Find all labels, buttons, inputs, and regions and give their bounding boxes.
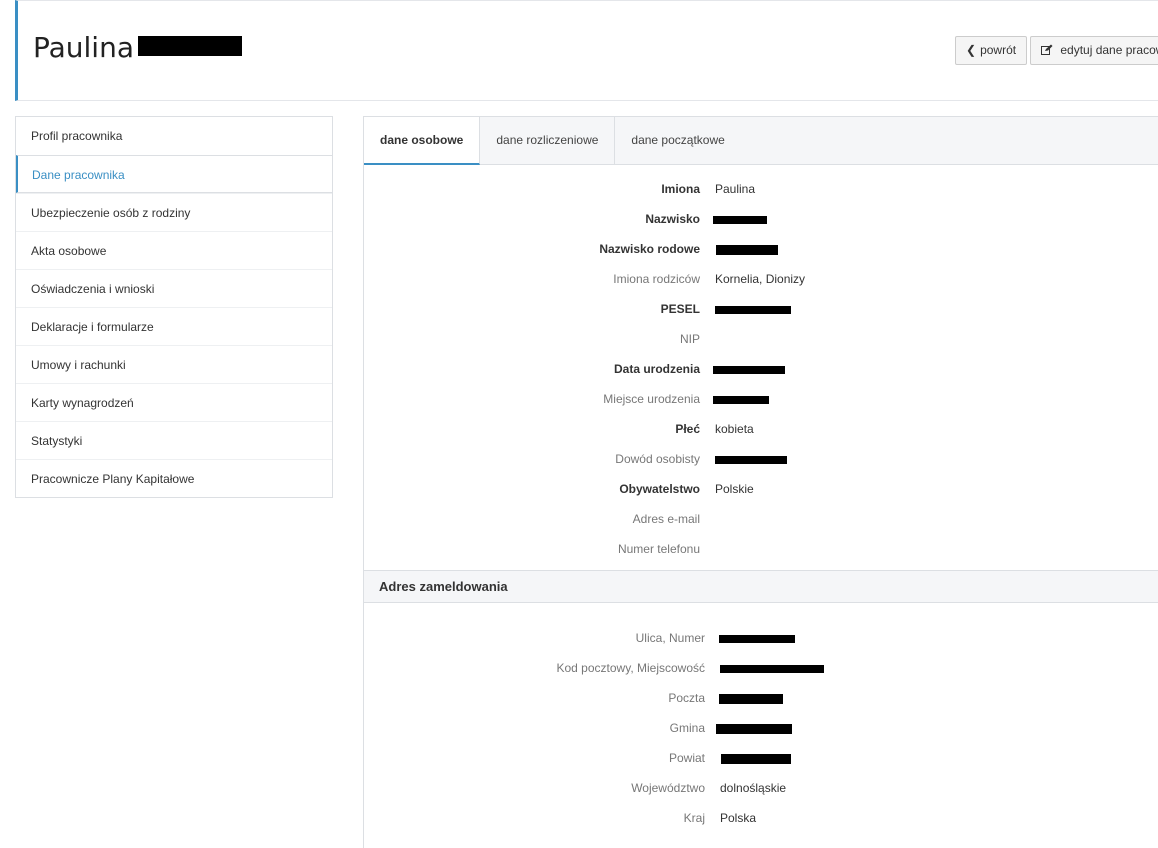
field-value-redacted	[719, 623, 795, 653]
field-row-email: Adres e-mail	[364, 504, 1158, 534]
field-row-data-urodzenia: Data urodzenia	[364, 354, 1158, 384]
page-title: Paulina	[33, 31, 242, 64]
field-row-ulica: Ulica, Numer	[364, 623, 1158, 653]
field-value-redacted	[716, 234, 778, 264]
redaction-bar	[713, 395, 769, 404]
field-row-gmina: Gmina	[364, 713, 1158, 743]
field-row-wojewodztwo: Województwo dolnośląskie	[364, 773, 1158, 803]
redaction-bar	[720, 664, 824, 673]
field-label: Kod pocztowy, Miejscowość	[556, 661, 706, 675]
redacted-surname	[138, 36, 242, 56]
field-label: Województwo	[631, 781, 705, 795]
field-label: Nazwisko rodowe	[599, 242, 700, 256]
field-value-redacted	[720, 653, 824, 683]
field-label: Numer telefonu	[617, 542, 700, 556]
field-value: Paulina	[715, 182, 756, 196]
field-value: Polska	[720, 811, 757, 825]
redaction-bar	[715, 455, 787, 464]
field-label: Ulica, Numer	[635, 631, 705, 645]
redaction-bar	[716, 723, 792, 734]
field-row-telefon: Numer telefonu	[364, 534, 1158, 564]
field-label: Data urodzenia	[613, 362, 700, 376]
field-label: Poczta	[668, 691, 705, 705]
field-label: Gmina	[669, 721, 705, 735]
field-label: PESEL	[660, 302, 700, 316]
sidebar-item-deklaracje[interactable]: Deklaracje i formularze	[16, 307, 332, 345]
redaction-bar	[715, 305, 791, 314]
field-row-obywatelstwo: Obywatelstwo Polskie	[364, 474, 1158, 504]
field-label: Miejsce urodzenia	[603, 392, 700, 406]
field-value-redacted	[721, 743, 791, 773]
field-row-kod-pocztowy: Kod pocztowy, Miejscowość	[364, 653, 1158, 683]
sidebar-item-umowy[interactable]: Umowy i rachunki	[16, 345, 332, 383]
sidebar-item-akta[interactable]: Akta osobowe	[16, 231, 332, 269]
field-label: Kraj	[683, 811, 705, 825]
field-row-nip: NIP	[364, 324, 1158, 354]
redaction-bar	[713, 365, 785, 374]
tab-dane-osobowe[interactable]: dane osobowe	[364, 117, 481, 165]
back-button-label: powrót	[980, 43, 1017, 57]
edit-employee-button[interactable]: edytuj dane pracownika	[1030, 36, 1158, 65]
employee-first-name: Paulina	[33, 31, 134, 64]
field-row-dowod: Dowód osobisty	[364, 444, 1158, 474]
sidebar-item-profil[interactable]: Profil pracownika	[16, 117, 332, 155]
sidebar-item-ubezpieczenie[interactable]: Ubezpieczenie osób z rodziny	[16, 193, 332, 231]
address-section-header: Adres zameldowania	[364, 570, 1158, 603]
field-label: Obywatelstwo	[619, 482, 700, 496]
sidebar-nav: Profil pracownika Dane pracownika Ubezpi…	[15, 116, 333, 498]
field-value-redacted	[715, 444, 787, 474]
redaction-bar	[719, 693, 783, 704]
field-value: Kornelia, Dionizy	[715, 272, 806, 286]
back-button[interactable]: ❮ powrót	[955, 36, 1027, 65]
field-label: Płeć	[675, 422, 700, 436]
field-value-redacted	[713, 384, 769, 414]
field-label: Powiat	[668, 751, 705, 765]
redaction-bar	[716, 244, 778, 255]
tab-dane-poczatkowe[interactable]: dane początkowe	[615, 117, 740, 165]
field-row-miejsce-urodzenia: Miejsce urodzenia	[364, 384, 1158, 414]
edit-icon	[1041, 43, 1056, 57]
field-row-plec: Płeć kobieta	[364, 414, 1158, 444]
redaction-bar	[721, 753, 791, 764]
field-row-imiona: Imiona Paulina	[364, 174, 1158, 204]
field-value: Polskie	[715, 482, 754, 496]
redaction-bar	[719, 634, 795, 643]
sidebar-item-oswiadczenia[interactable]: Oświadczenia i wnioski	[16, 269, 332, 307]
field-value-redacted	[713, 354, 785, 384]
field-label: Adres e-mail	[632, 512, 700, 526]
field-row-kraj: Kraj Polska	[364, 803, 1158, 833]
field-row-powiat: Powiat	[364, 743, 1158, 773]
field-value-redacted	[713, 204, 767, 234]
field-row-imiona-rodzicow: Imiona rodziców Kornelia, Dionizy	[364, 264, 1158, 294]
field-value-redacted	[719, 683, 783, 713]
field-label: Imiona	[661, 182, 700, 196]
field-value-redacted	[716, 713, 792, 743]
redaction-bar	[713, 215, 767, 224]
field-value-redacted	[715, 294, 791, 324]
field-label: NIP	[679, 332, 700, 346]
field-row-nazwisko-rodowe: Nazwisko rodowe	[364, 234, 1158, 264]
sidebar-item-karty[interactable]: Karty wynagrodzeń	[16, 383, 332, 421]
field-row-pesel: PESEL	[364, 294, 1158, 324]
field-row-nazwisko: Nazwisko	[364, 204, 1158, 234]
employee-data-panel: dane osobowe dane rozliczeniowe dane poc…	[363, 116, 1158, 848]
field-value: dolnośląskie	[720, 781, 787, 795]
field-row-poczta: Poczta	[364, 683, 1158, 713]
field-label: Nazwisko	[645, 212, 700, 226]
tab-dane-rozliczeniowe[interactable]: dane rozliczeniowe	[480, 117, 616, 165]
field-value: kobieta	[715, 422, 754, 436]
sidebar-item-statystyki[interactable]: Statystyki	[16, 421, 332, 459]
tab-bar: dane osobowe dane rozliczeniowe dane poc…	[364, 117, 1158, 165]
sidebar-item-ppk[interactable]: Pracownicze Plany Kapitałowe	[16, 459, 332, 497]
edit-button-label: edytuj dane pracownika	[1060, 43, 1158, 57]
field-label: Imiona rodziców	[613, 272, 700, 286]
chevron-left-icon: ❮	[966, 43, 977, 57]
field-label: Dowód osobisty	[615, 452, 700, 466]
sidebar-item-dane-pracownika[interactable]: Dane pracownika	[16, 155, 332, 193]
